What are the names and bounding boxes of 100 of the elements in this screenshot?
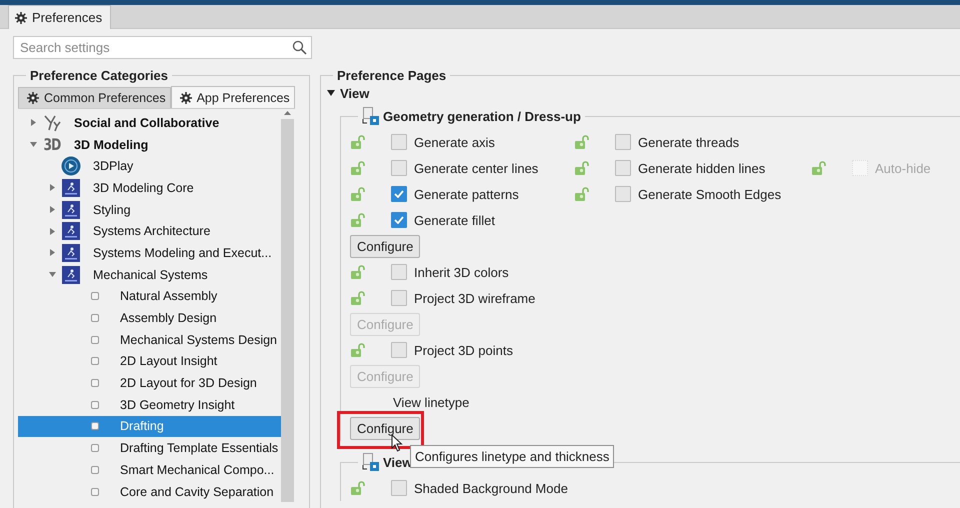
padlock-icon [574, 187, 590, 201]
tree-item[interactable]: Drafting Template Essentials [18, 437, 281, 459]
app-tile-icon [62, 222, 80, 240]
tree-item[interactable]: Assembly Design [18, 307, 281, 329]
padlock-icon [350, 265, 366, 279]
tree-item-label: Drafting Template Essentials [120, 441, 278, 456]
configure-button[interactable]: Configure [350, 234, 420, 258]
tooltip: Configures linetype and thickness [410, 444, 614, 468]
checkbox[interactable] [391, 212, 407, 228]
padlock-icon [350, 291, 366, 305]
app-tile-icon [62, 244, 80, 262]
tree-item-label: Drafting [120, 419, 164, 434]
tree-item-label: Mechanical Systems [93, 268, 208, 282]
tree-item-label: Assembly Design [120, 311, 217, 326]
checkbox-label[interactable]: Generate patterns [414, 186, 519, 202]
padlock-icon [350, 187, 366, 201]
tree-item[interactable]: Smart Mechanical Compo... [18, 459, 281, 481]
checkbox-label[interactable]: Generate fillet [414, 212, 495, 228]
tree-item-label: Natural Assembly [120, 289, 218, 304]
checkbox-label[interactable]: Generate axis [414, 134, 495, 150]
search-icon [292, 40, 307, 55]
checkbox-label[interactable]: Generate hidden lines [638, 160, 766, 176]
tree-item-label: Styling [93, 202, 131, 217]
checkbox-label[interactable]: Generate threads [638, 134, 740, 150]
app-tile-icon [62, 178, 80, 197]
checkbox[interactable] [615, 134, 631, 150]
square-icon [91, 444, 99, 452]
tree-item[interactable]: 3DPlay [18, 155, 281, 178]
tree-item[interactable]: Systems Architecture [18, 220, 281, 242]
checkbox[interactable] [391, 186, 407, 202]
tree-item-label: Smart Mechanical Compo... [120, 462, 274, 477]
checkbox-label[interactable]: Project 3D wireframe [414, 290, 536, 306]
tree-item-label: Systems Architecture [93, 224, 210, 238]
document-icon [362, 453, 380, 471]
caret-right-icon[interactable] [30, 119, 36, 126]
tree-item-label: 2D Layout for 3D Design [120, 376, 257, 390]
checkbox[interactable] [391, 480, 407, 496]
square-icon [91, 379, 99, 388]
checkmark-icon [394, 216, 404, 224]
logo-text: 3D [44, 135, 60, 154]
padlock-icon [350, 161, 366, 175]
search-field[interactable]: Search settings [13, 36, 312, 59]
tree-item[interactable]: Natural Assembly [18, 286, 281, 308]
checkbox[interactable] [615, 160, 631, 176]
tree-item[interactable]: 3D Geometry Insight [18, 394, 281, 416]
square-icon [91, 466, 99, 474]
square-icon [91, 422, 99, 430]
checkbox[interactable] [391, 134, 407, 150]
tree-item[interactable]: 3D 3D Modeling [18, 134, 281, 156]
padlock-icon [574, 161, 590, 175]
setting-label: View linetype [393, 394, 470, 410]
tree-item[interactable]: Drafting [18, 416, 281, 438]
caret-right-icon[interactable] [50, 206, 54, 214]
tree-item-label: Mechanical Systems Design [120, 332, 278, 347]
checkbox-label[interactable]: Generate Smooth Edges [638, 186, 782, 202]
fork-icon [43, 114, 61, 132]
document-icon [362, 107, 380, 125]
tree-item[interactable]: Mechanical Systems Design [18, 328, 281, 351]
tree-item[interactable]: Core and Cavity Separation [18, 480, 281, 502]
gear-icon [180, 92, 192, 104]
checkbox[interactable] [615, 186, 631, 202]
checkbox[interactable] [391, 290, 407, 306]
checkbox-label[interactable]: Inherit 3D colors [414, 264, 509, 280]
padlock-icon [350, 481, 366, 495]
tree-item[interactable]: Mechanical Systems [18, 264, 281, 286]
tree-item-label: 3D Modeling [74, 138, 148, 152]
square-icon [91, 292, 99, 300]
checkbox[interactable] [391, 264, 407, 280]
checkbox[interactable] [391, 160, 407, 176]
tree-item-label: 3D Geometry Insight [120, 398, 235, 412]
caret-right-icon[interactable] [50, 228, 54, 235]
padlock-icon [811, 161, 827, 175]
tree-item[interactable]: 2D Layout Insight [18, 350, 281, 372]
preferences-tab[interactable]: Preferences [8, 5, 112, 29]
gear-icon [15, 12, 27, 24]
square-icon [91, 336, 99, 344]
scrollbar[interactable] [281, 111, 294, 502]
tree-item[interactable]: Social and Collaborative [18, 112, 281, 134]
tab[interactable]: Common Preferences [18, 87, 171, 108]
section-header[interactable]: View [325, 85, 960, 101]
tree-item[interactable]: Styling [18, 198, 281, 220]
scroll-up-icon[interactable] [284, 111, 291, 115]
checkmark-icon [394, 190, 404, 198]
caret-down-icon[interactable] [327, 90, 335, 96]
configure-button[interactable]: Configure [350, 416, 420, 440]
caret-right-icon[interactable] [50, 249, 54, 256]
tab[interactable]: App Preferences [170, 86, 295, 108]
checkbox-label[interactable]: Generate center lines [414, 160, 538, 176]
checkbox[interactable] [391, 342, 407, 358]
tree-item-label: Systems Modeling and Execut... [93, 246, 272, 260]
tree-item[interactable]: 2D Layout for 3D Design [18, 372, 281, 394]
checkbox-label[interactable]: Project 3D points [414, 342, 513, 358]
padlock-icon [350, 213, 366, 227]
tree-item[interactable]: 3D Modeling Core [18, 177, 281, 199]
tree-item[interactable]: Systems Modeling and Execut... [18, 242, 281, 264]
square-icon [91, 314, 99, 322]
tree-item-label: 3D Modeling Core [93, 180, 194, 195]
caret-right-icon[interactable] [50, 184, 54, 192]
app-tile-icon [62, 266, 80, 284]
checkbox-label[interactable]: Shaded Background Mode [414, 480, 568, 496]
